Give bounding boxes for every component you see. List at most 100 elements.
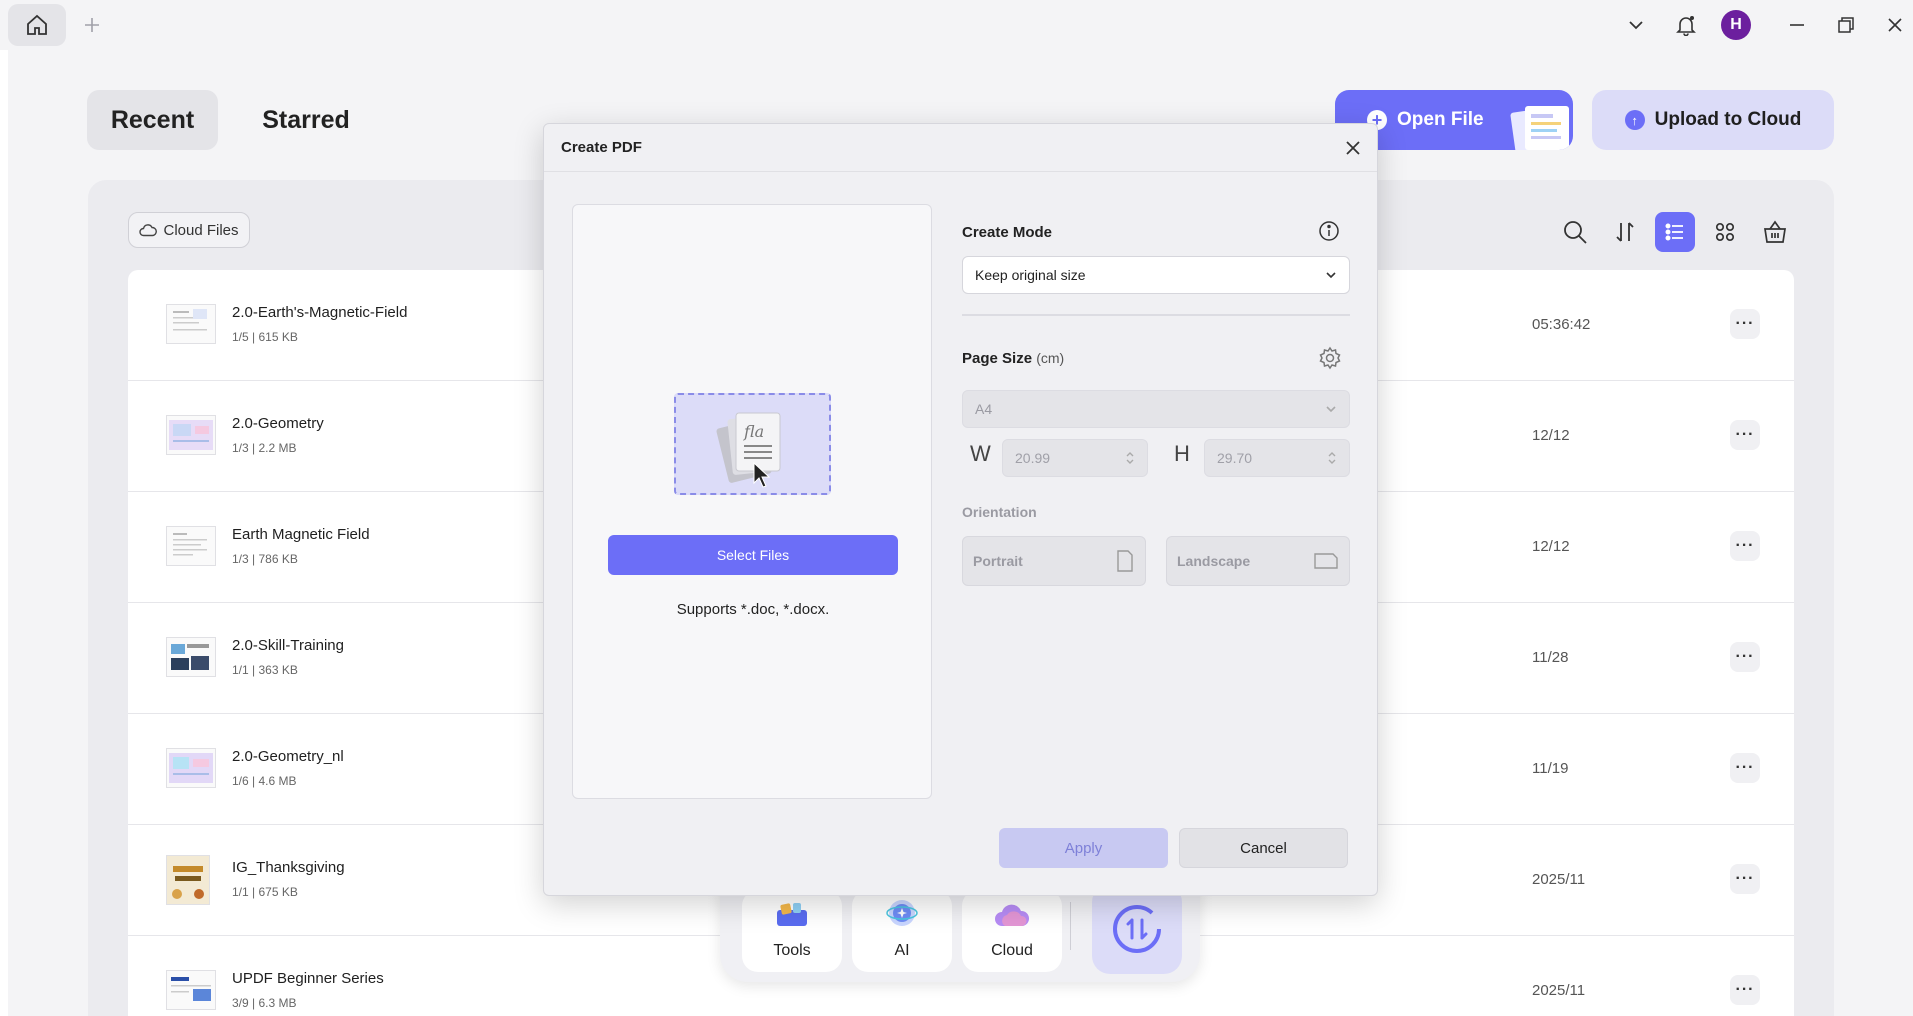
portrait-label: Portrait: [973, 553, 1023, 569]
more-options-button[interactable]: ···: [1730, 531, 1760, 561]
height-value: 29.70: [1217, 450, 1253, 466]
file-name: 2.0-Skill-Training: [232, 637, 344, 654]
file-drop-panel[interactable]: fla Select Files Supports *.doc, *.docx.: [572, 204, 932, 799]
file-thumbnail: [166, 526, 216, 566]
dropdown-button[interactable]: [1623, 12, 1649, 38]
apply-button[interactable]: Apply: [999, 828, 1168, 868]
plus-icon: [85, 18, 99, 32]
cloud-files-button[interactable]: Cloud Files: [128, 212, 250, 248]
grid-view-button[interactable]: [1705, 212, 1745, 252]
more-options-button[interactable]: ···: [1730, 753, 1760, 783]
basket-icon: [1764, 220, 1786, 243]
cloud-icon: [139, 224, 158, 237]
info-button[interactable]: [1318, 220, 1342, 244]
file-thumbnail: [166, 304, 216, 344]
home-tab[interactable]: [8, 4, 66, 46]
minimize-icon: [1790, 24, 1804, 26]
ellipsis-icon: ···: [1735, 537, 1755, 554]
create-mode-value: Keep original size: [975, 267, 1086, 283]
section-divider: [962, 314, 1350, 316]
dock-convert-button[interactable]: [1092, 884, 1182, 974]
tab-recent[interactable]: Recent: [87, 90, 218, 150]
sort-button[interactable]: [1605, 212, 1645, 252]
more-options-button[interactable]: ···: [1730, 864, 1760, 894]
file-date: 11/28: [1532, 649, 1569, 666]
file-meta: 1/3 | 786 KB: [232, 552, 298, 566]
file-meta: 1/1 | 675 KB: [232, 885, 298, 899]
more-options-button[interactable]: ···: [1730, 642, 1760, 672]
upload-to-cloud-label: Upload to Cloud: [1654, 109, 1802, 130]
grid-view-icon: [1715, 222, 1735, 242]
file-thumbnail: [166, 748, 216, 788]
create-mode-label: Create Mode: [962, 224, 1053, 241]
more-options-button[interactable]: ···: [1730, 975, 1760, 1005]
drop-zone[interactable]: fla: [674, 393, 831, 495]
file-name: IG_Thanksgiving: [232, 859, 345, 876]
close-window-button[interactable]: [1882, 12, 1908, 38]
search-button[interactable]: [1555, 212, 1595, 252]
file-name: 2.0-Geometry: [232, 415, 324, 432]
bell-icon: [1676, 16, 1696, 36]
user-avatar[interactable]: H: [1721, 10, 1751, 40]
dock-cloud-button[interactable]: Cloud: [962, 890, 1062, 972]
landscape-label: Landscape: [1177, 553, 1251, 569]
height-label: H: [1174, 441, 1190, 466]
file-meta: 1/6 | 4.6 MB: [232, 774, 297, 788]
page-size-unit: (cm): [1036, 350, 1065, 366]
page-size-label: Page Size (cm): [962, 350, 1064, 367]
ellipsis-icon: ···: [1735, 759, 1755, 776]
file-date: 2025/11: [1532, 871, 1586, 888]
upload-to-cloud-button[interactable]: ↑ Upload to Cloud: [1592, 90, 1834, 150]
portrait-page-icon: [1117, 550, 1133, 572]
convert-icon: [1113, 905, 1161, 953]
gear-icon: [1319, 346, 1341, 370]
close-icon: [1346, 141, 1360, 155]
chevron-down-icon: [1326, 272, 1336, 279]
search-icon: [1564, 221, 1587, 244]
title-bar: H: [0, 0, 1913, 50]
file-thumbnail: [166, 637, 216, 677]
width-label: W: [970, 441, 991, 466]
create-mode-select[interactable]: Keep original size: [962, 256, 1350, 294]
minimize-button[interactable]: [1784, 12, 1810, 38]
more-options-button[interactable]: ···: [1730, 420, 1760, 450]
landscape-option[interactable]: Landscape: [1166, 536, 1350, 586]
portrait-option[interactable]: Portrait: [962, 536, 1146, 586]
restore-button[interactable]: [1833, 12, 1859, 38]
documents-drop-icon: fla: [716, 412, 781, 488]
width-value: 20.99: [1015, 450, 1051, 466]
ellipsis-icon: ···: [1735, 648, 1755, 665]
svg-text:fla: fla: [743, 422, 764, 441]
dock-divider: [1070, 902, 1071, 950]
ellipsis-icon: ···: [1735, 315, 1755, 332]
ellipsis-icon: ···: [1735, 870, 1755, 887]
page-size-settings-button[interactable]: [1318, 346, 1344, 372]
cancel-button[interactable]: Cancel: [1179, 828, 1348, 868]
dock-ai-button[interactable]: AI: [852, 890, 952, 972]
height-input[interactable]: 29.70: [1204, 439, 1350, 477]
select-files-button[interactable]: Select Files: [608, 535, 898, 575]
cloud-color-icon: [995, 904, 1030, 926]
width-input[interactable]: 20.99: [1002, 439, 1148, 477]
file-date: 05:36:42: [1532, 316, 1591, 333]
cloud-files-label: Cloud Files: [163, 221, 239, 239]
dock-tools-button[interactable]: Tools: [742, 890, 842, 972]
bulk-manage-button[interactable]: [1755, 212, 1795, 252]
dialog-close-button[interactable]: [1341, 136, 1365, 160]
list-view-button[interactable]: [1655, 212, 1695, 252]
chevron-down-icon: [1326, 406, 1336, 413]
dialog-header: Create PDF: [544, 124, 1377, 172]
list-view-icon: [1665, 223, 1683, 241]
page-size-select[interactable]: A4: [962, 390, 1350, 428]
new-tab-button[interactable]: [80, 13, 104, 37]
tab-starred[interactable]: Starred: [250, 90, 362, 150]
sort-icon: [1616, 222, 1634, 242]
ellipsis-icon: ···: [1735, 426, 1755, 443]
notifications-button[interactable]: [1673, 12, 1699, 38]
file-thumbnail: [166, 855, 210, 905]
stepper-icon: [1126, 452, 1134, 464]
close-icon: [1888, 18, 1902, 32]
more-options-button[interactable]: ···: [1730, 309, 1760, 339]
file-date: 12/12: [1532, 427, 1570, 444]
restore-icon: [1838, 17, 1854, 33]
